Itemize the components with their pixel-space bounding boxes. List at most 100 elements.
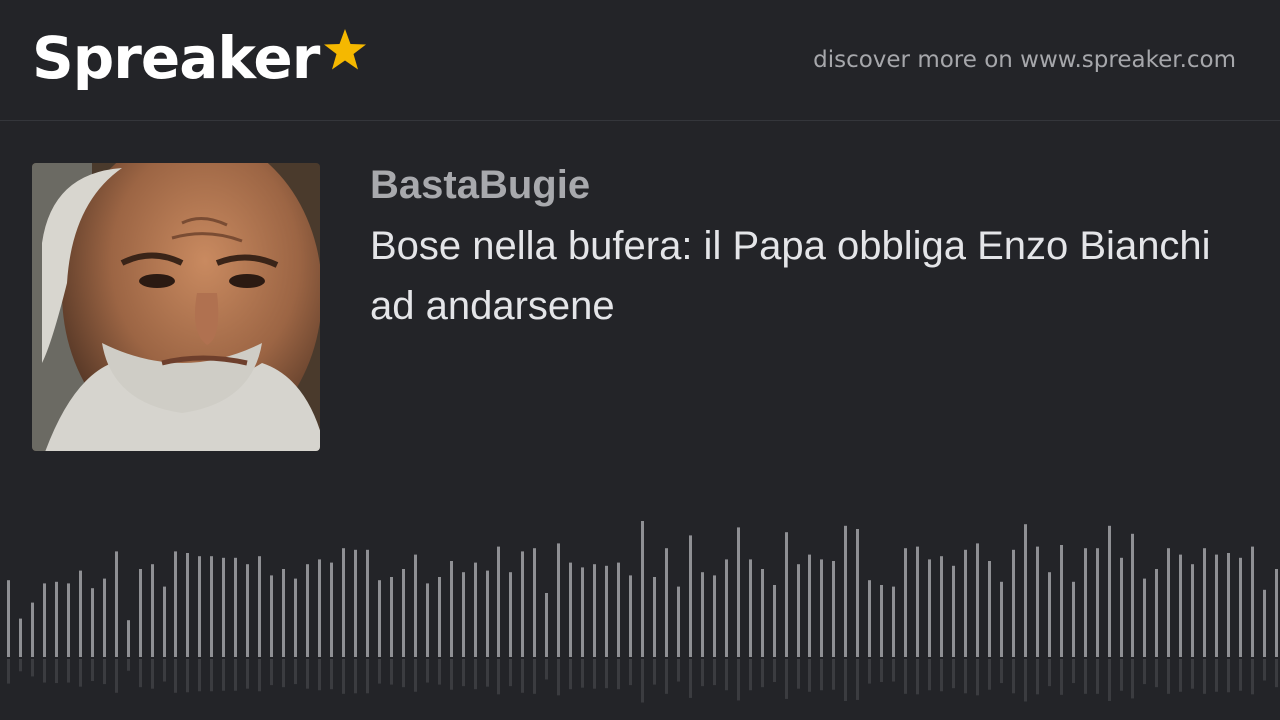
- waveform-bar: [1251, 546, 1254, 657]
- waveform-bar: [557, 543, 560, 657]
- waveform-bar-reflection: [928, 659, 931, 691]
- waveform-bar: [988, 561, 991, 657]
- waveform-bar-reflection: [665, 659, 668, 694]
- waveform-bar: [91, 588, 94, 657]
- waveform-bar-reflection: [450, 659, 453, 690]
- waveform-bar: [1096, 548, 1099, 657]
- waveform-bar-reflection: [151, 659, 154, 689]
- waveform-bar: [1000, 581, 1003, 657]
- spreaker-logo[interactable]: Spreaker: [32, 24, 369, 92]
- waveform-bar-reflection: [414, 659, 417, 692]
- waveform-bar-reflection: [808, 659, 811, 692]
- waveform-bar: [1024, 524, 1027, 657]
- waveform-bar-reflection: [1000, 659, 1003, 684]
- waveform-bar-reflection: [892, 659, 895, 682]
- waveform-bar-reflection: [509, 659, 512, 687]
- waveform-bar: [521, 551, 524, 657]
- waveform-bar: [641, 521, 644, 657]
- waveform-bar: [677, 586, 680, 657]
- waveform-bar: [689, 535, 692, 657]
- waveform-bar-reflection: [1072, 659, 1075, 684]
- waveform-bar: [653, 577, 656, 657]
- waveform-bar-reflection: [880, 659, 883, 683]
- waveform-bar: [318, 559, 321, 657]
- waveform-bar-reflection: [1275, 659, 1278, 688]
- waveform-bar: [569, 562, 572, 657]
- show-name[interactable]: BastaBugie: [370, 162, 590, 208]
- waveform-bar-reflection: [7, 659, 10, 684]
- waveform-bar: [1191, 564, 1194, 657]
- waveform-bar-reflection: [844, 659, 847, 701]
- waveform-bar: [1120, 557, 1123, 657]
- waveform-bar-reflection: [210, 659, 213, 692]
- waveform-bar-reflection: [988, 659, 991, 690]
- waveform-bar: [820, 559, 823, 657]
- waveform-bar-reflection: [342, 659, 345, 694]
- waveform-bar: [976, 543, 979, 657]
- waveform-bar-reflection: [1060, 659, 1063, 695]
- waveform-bar: [940, 556, 943, 657]
- waveform-bar: [210, 556, 213, 657]
- waveform-bar-reflection: [282, 659, 285, 688]
- waveform-bar: [497, 546, 500, 657]
- waveform-bar: [928, 559, 931, 657]
- waveform-bar-reflection: [115, 659, 118, 693]
- waveform-bar: [1108, 525, 1111, 657]
- waveform-bar: [581, 567, 584, 657]
- waveform-bar: [234, 557, 237, 657]
- waveform-bar: [43, 583, 46, 657]
- waveform-bar: [1167, 548, 1170, 657]
- waveform-bar-reflection: [402, 659, 405, 688]
- portrait-photo: [32, 163, 320, 451]
- waveform-bar-reflection: [964, 659, 967, 694]
- waveform-bar-reflection: [330, 659, 333, 690]
- waveform-bar-reflection: [653, 659, 656, 685]
- waveform-bar-reflection: [797, 659, 800, 689]
- waveform-bar-reflection: [557, 659, 560, 696]
- discover-more-link[interactable]: discover more on www.spreaker.com: [813, 45, 1236, 75]
- waveform-bar: [426, 583, 429, 657]
- waveform-bar-reflection: [737, 659, 740, 701]
- waveform-bar-reflection: [581, 659, 584, 688]
- waveform-bar: [306, 564, 309, 657]
- waveform-bar: [19, 618, 22, 657]
- waveform-bar: [486, 570, 489, 657]
- waveform-bar: [414, 554, 417, 657]
- waveform-bar-reflection: [127, 659, 130, 671]
- waveform-bar-reflection: [832, 659, 835, 690]
- waveform-bar-reflection: [474, 659, 477, 690]
- waveform-bar-reflection: [785, 659, 788, 699]
- audio-waveform[interactable]: [0, 500, 1280, 720]
- waveform-bar: [163, 586, 166, 657]
- waveform-bar: [103, 578, 106, 657]
- waveform-bar: [79, 570, 82, 657]
- waveform-bar-reflection: [952, 659, 955, 689]
- waveform-bar-reflection: [55, 659, 58, 684]
- waveform-bar: [964, 549, 967, 657]
- waveform-bar: [701, 572, 704, 657]
- waveform-bar-reflection: [1084, 659, 1087, 694]
- waveform-bar: [856, 529, 859, 657]
- waveform-bar-reflection: [1012, 659, 1015, 694]
- waveform-bar-reflection: [1179, 659, 1182, 692]
- waveform-bar-reflection: [761, 659, 764, 688]
- waveform-bar: [605, 565, 608, 657]
- waveform-bar-reflection: [629, 659, 632, 686]
- waveform-bar-reflection: [701, 659, 704, 687]
- waveform-bar: [139, 569, 142, 657]
- waveform-bar: [1275, 569, 1278, 657]
- waveform-bar-reflection: [31, 659, 34, 677]
- waveform-bar-reflection: [1024, 659, 1027, 702]
- waveform-bar-reflection: [67, 659, 70, 683]
- waveform-bar-reflection: [43, 659, 46, 683]
- waveform-bar: [366, 549, 369, 657]
- waveform-bar-reflection: [725, 659, 728, 691]
- waveform-bar: [198, 556, 201, 657]
- waveform-bar-reflection: [569, 659, 572, 690]
- waveform-bar-reflection: [79, 659, 82, 687]
- waveform-bar: [390, 577, 393, 657]
- waveform-bar-reflection: [438, 659, 441, 685]
- waveform-bar-reflection: [1143, 659, 1146, 685]
- waveform-bar-reflection: [641, 659, 644, 703]
- waveform-bar-reflection: [904, 659, 907, 694]
